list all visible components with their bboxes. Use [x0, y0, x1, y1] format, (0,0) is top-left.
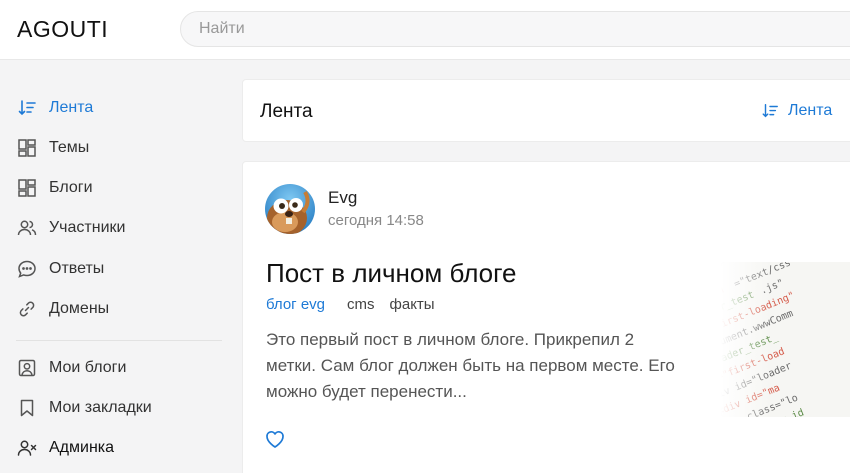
- sidebar-item-members[interactable]: Участники: [16, 214, 125, 242]
- sidebar-item-label: Блоги: [49, 179, 93, 196]
- sidebar-item-label: Темы: [49, 139, 90, 156]
- heart-icon[interactable]: [264, 428, 286, 450]
- grid-icon: [16, 177, 38, 199]
- post-author[interactable]: Evg: [328, 188, 357, 208]
- feed-sort-label: Лента: [788, 102, 833, 119]
- grid-icon: [16, 137, 38, 159]
- sidebar: Лента Темы Блоги Участники Ответы Домены…: [0, 60, 240, 473]
- sidebar-item-label: Ответы: [49, 260, 105, 277]
- sidebar-item-label: Админка: [49, 439, 115, 456]
- chat-icon: [16, 258, 38, 280]
- avatar[interactable]: [265, 184, 315, 234]
- sidebar-item-label: Домены: [49, 300, 110, 317]
- sidebar-item-domains[interactable]: Домены: [16, 295, 109, 323]
- post-tags: блог evg cms факты: [266, 296, 450, 313]
- search-input[interactable]: [180, 11, 850, 47]
- bookmark-icon: [16, 397, 38, 419]
- sidebar-item-answers[interactable]: Ответы: [16, 255, 104, 283]
- post-thumbnail[interactable]: x"lesn="text/css" "loader_test.js" ype="…: [721, 262, 850, 417]
- sidebar-item-label: Участники: [49, 219, 126, 236]
- top-header: AGOUTI: [0, 0, 850, 60]
- sort-icon: [16, 97, 38, 119]
- page-title: Лента: [260, 101, 313, 122]
- feed-header: Лента Лента: [242, 79, 850, 142]
- sidebar-divider: [16, 340, 222, 341]
- post-date: сегодня 14:58: [328, 212, 424, 229]
- user-x-icon: [16, 437, 38, 459]
- sort-icon: [761, 102, 779, 120]
- tag-link[interactable]: факты: [390, 296, 435, 313]
- sidebar-item-topics[interactable]: Темы: [16, 134, 89, 162]
- link-icon: [16, 298, 38, 320]
- sidebar-item-blogs[interactable]: Блоги: [16, 174, 93, 202]
- user-square-icon: [16, 357, 38, 379]
- post-excerpt: Это первый пост в личном блоге. Прикрепи…: [266, 330, 675, 401]
- users-icon: [16, 217, 38, 239]
- sidebar-item-label: Мои закладки: [49, 399, 152, 416]
- tag-link[interactable]: cms: [347, 296, 375, 313]
- sidebar-item-label: Мои блоги: [49, 359, 127, 376]
- sidebar-item-label: Лента: [49, 99, 94, 116]
- post-card: Evg сегодня 14:58 Пост в личном блоге бл…: [242, 161, 850, 473]
- sidebar-item-bookmarks[interactable]: Мои закладки: [16, 394, 152, 422]
- feed-sort-button[interactable]: Лента: [761, 102, 832, 120]
- post-title[interactable]: Пост в личном блоге: [266, 258, 517, 289]
- sidebar-item-feed[interactable]: Лента: [16, 94, 93, 122]
- logo[interactable]: AGOUTI: [17, 16, 108, 43]
- blog-tag-link[interactable]: блог evg: [266, 296, 325, 313]
- sidebar-item-my-blogs[interactable]: Мои блоги: [16, 354, 126, 382]
- sidebar-item-admin[interactable]: Админка: [16, 434, 114, 462]
